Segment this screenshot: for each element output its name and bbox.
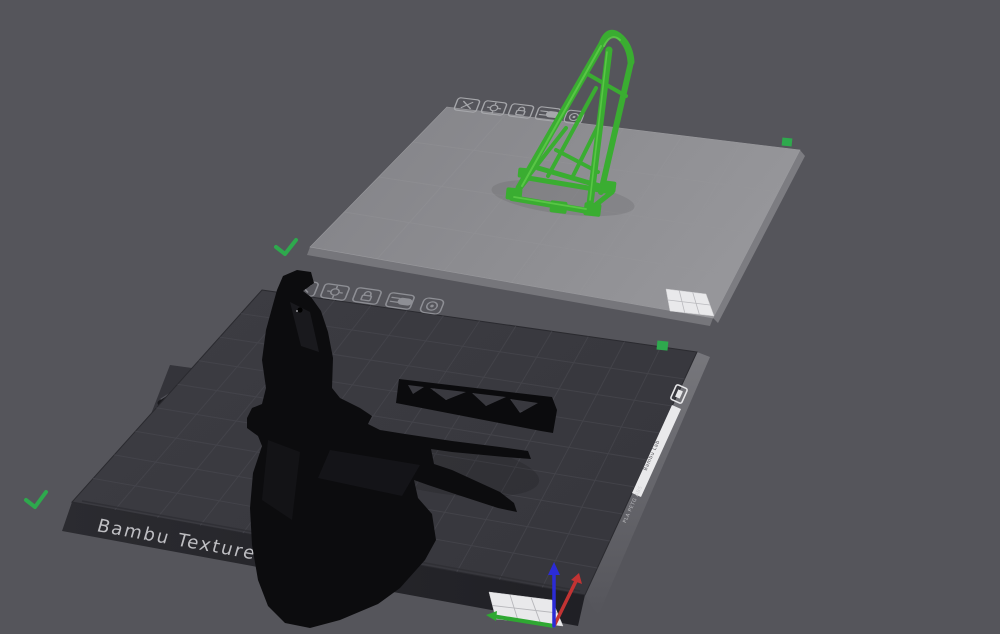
upper-plate-right-marker-icon <box>782 137 793 146</box>
seat-highlight-dot <box>296 310 298 312</box>
slicer-3d-viewport: Bambu Lab PLA PETG ABS Bambu Textured PE… <box>0 0 1000 634</box>
lower-plate-right-marker-icon <box>657 340 669 350</box>
seat-mount-hole <box>297 307 302 312</box>
